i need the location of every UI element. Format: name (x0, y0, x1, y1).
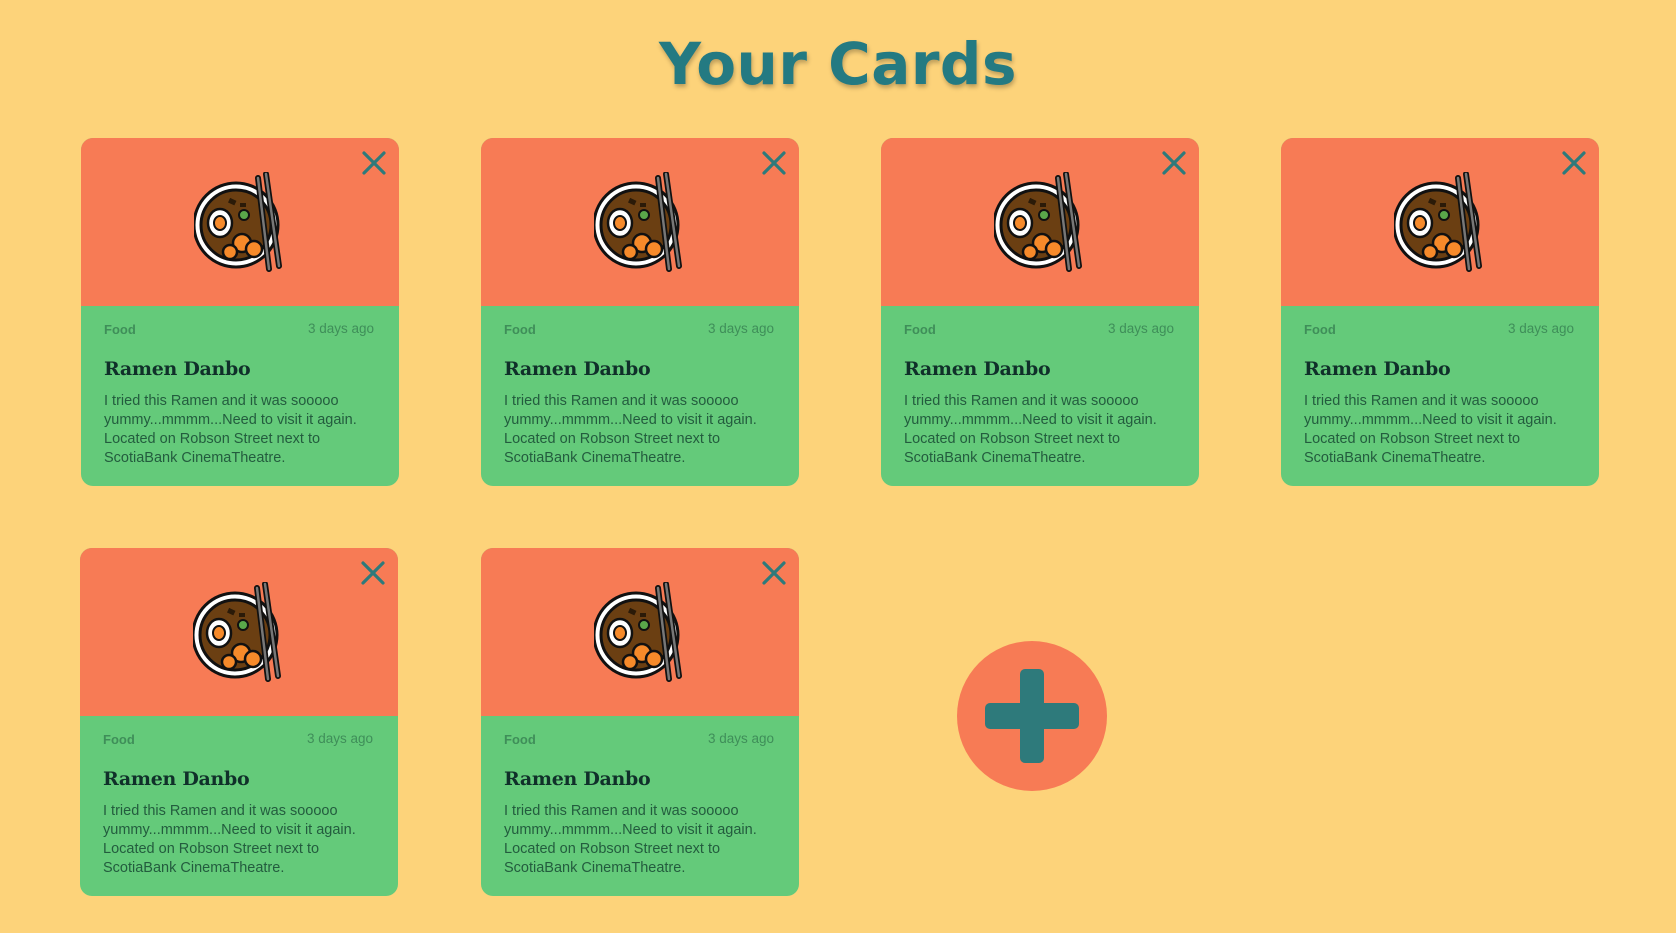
card-timestamp: 3 days ago (1107, 321, 1174, 336)
card-title: Ramen Danbo (104, 358, 251, 380)
card-description: I tried this Ramen and it was sooooo yum… (1304, 393, 1557, 466)
ramen-bowl-icon (1394, 172, 1482, 272)
ramen-bowl-icon (594, 582, 682, 682)
card[interactable]: Food 3 days ago Ramen Danbo I tried this… (481, 138, 799, 486)
card-timestamp: 3 days ago (707, 731, 774, 746)
card[interactable]: Food 3 days ago Ramen Danbo I tried this… (481, 548, 799, 896)
card-category: Food (504, 322, 536, 337)
card[interactable]: Food 3 days ago Ramen Danbo I tried this… (80, 548, 398, 896)
card-title: Ramen Danbo (904, 358, 1051, 380)
close-icon[interactable] (1559, 148, 1589, 178)
card-image-area (481, 548, 799, 716)
card-image-area (80, 548, 398, 716)
card[interactable]: Food 3 days ago Ramen Danbo I tried this… (881, 138, 1199, 486)
ramen-bowl-icon (594, 172, 682, 272)
close-icon[interactable] (359, 148, 389, 178)
card-description: I tried this Ramen and it was sooooo yum… (104, 393, 357, 466)
card-image-area (481, 138, 799, 306)
card-category: Food (103, 732, 135, 747)
close-icon[interactable] (1159, 148, 1189, 178)
page-title: Your Cards (659, 30, 1017, 98)
card-timestamp: 3 days ago (1507, 321, 1574, 336)
card-timestamp: 3 days ago (307, 321, 374, 336)
ramen-bowl-icon (994, 172, 1082, 272)
card[interactable]: Food 3 days ago Ramen Danbo I tried this… (1281, 138, 1599, 486)
card-title: Ramen Danbo (103, 768, 250, 790)
card-timestamp: 3 days ago (306, 731, 373, 746)
card-image-area (881, 138, 1199, 306)
plus-icon (985, 669, 1079, 763)
card-category: Food (504, 732, 536, 747)
card-description: I tried this Ramen and it was sooooo yum… (103, 803, 356, 876)
card-category: Food (1304, 322, 1336, 337)
card-title: Ramen Danbo (504, 358, 651, 380)
close-icon[interactable] (759, 558, 789, 588)
close-icon[interactable] (759, 148, 789, 178)
ramen-bowl-icon (193, 582, 281, 682)
close-icon[interactable] (358, 558, 388, 588)
card-title: Ramen Danbo (1304, 358, 1451, 380)
card-image-area (1281, 138, 1599, 306)
card-description: I tried this Ramen and it was sooooo yum… (504, 803, 757, 876)
card-image-area (81, 138, 399, 306)
card-description: I tried this Ramen and it was sooooo yum… (504, 393, 757, 466)
card-category: Food (904, 322, 936, 337)
card-title: Ramen Danbo (504, 768, 651, 790)
add-card-button[interactable] (957, 641, 1107, 791)
card[interactable]: Food 3 days ago Ramen Danbo I tried this… (81, 138, 399, 486)
card-description: I tried this Ramen and it was sooooo yum… (904, 393, 1157, 466)
card-timestamp: 3 days ago (707, 321, 774, 336)
ramen-bowl-icon (194, 172, 282, 272)
card-category: Food (104, 322, 136, 337)
